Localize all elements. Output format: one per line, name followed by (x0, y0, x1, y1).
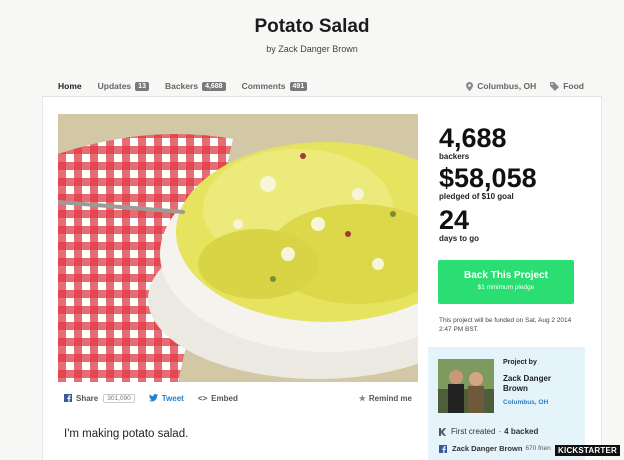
pledged-stat: $58,058 pledged of $10 goal (439, 163, 537, 202)
potato-salad-photo (58, 114, 418, 382)
days-label: days to go (439, 234, 480, 243)
share-label: Share (76, 393, 99, 403)
embed-label: Embed (211, 393, 238, 403)
back-this-project-button[interactable]: Back This Project $1 minimum pledge (438, 260, 574, 304)
facebook-icon (439, 444, 447, 453)
tab-updates-count: 13 (135, 81, 149, 91)
back-button-sub: $1 minimum pledge (477, 284, 535, 291)
tweet-button[interactable]: Tweet (148, 393, 184, 403)
tab-comments-label: Comments (241, 81, 286, 91)
creator-heading: Project by (503, 359, 537, 366)
embed-button[interactable]: <> Embed (198, 394, 238, 403)
star-icon: ★ (358, 393, 366, 403)
facebook-icon (64, 394, 72, 402)
creator-name[interactable]: Zack Danger Brown (503, 374, 563, 394)
project-title: Potato Salad (254, 16, 370, 37)
project-blurb: I'm making potato salad. (64, 428, 189, 440)
backers-stat: 4,688 backers (439, 123, 507, 162)
project-video[interactable] (58, 114, 418, 382)
back-button-label: Back This Project (464, 270, 548, 281)
location-label: Columbus, OH (477, 81, 537, 91)
creator-history: First created · 4 backed (439, 427, 538, 436)
facebook-name[interactable]: Zack Danger Brown (452, 444, 522, 453)
tab-comments-count: 491 (289, 81, 308, 91)
map-pin-icon (466, 81, 474, 91)
tweet-label: Tweet (161, 393, 184, 403)
creator-location[interactable]: Columbus, OH (503, 399, 548, 406)
code-brackets-icon: <> (197, 393, 208, 403)
days-stat: 24 days to go (439, 205, 480, 244)
tab-comments[interactable]: Comments 491 (242, 78, 308, 94)
share-bar: Share 301,090 Tweet <> Embed ★ Remind me (64, 392, 412, 404)
pledged-amount: $58,058 (439, 163, 537, 193)
tab-home-label: Home (58, 81, 82, 91)
kickstarter-watermark: KICKSTARTER (555, 445, 620, 456)
project-nav: Home Updates 13 Backers 4,688 Comments 491 … (58, 78, 584, 98)
category-label: Food (563, 81, 584, 91)
tab-backers[interactable]: Backers 4,688 (165, 78, 226, 94)
tab-updates-label: Updates (97, 81, 132, 91)
facebook-share-button[interactable]: Share 301,090 (64, 393, 135, 403)
creator-avatar[interactable] (438, 359, 494, 413)
backers-label: backers (439, 152, 470, 161)
tab-backers-count: 4,688 (202, 81, 226, 91)
tab-home[interactable]: Home (58, 78, 82, 98)
backers-count: 4,688 (439, 123, 507, 153)
location-link[interactable]: Columbus, OH (466, 81, 536, 91)
kickstarter-k-icon (439, 427, 446, 436)
category-link[interactable]: Food (550, 81, 584, 91)
creator-photo (438, 359, 494, 413)
share-count: 301,090 (103, 393, 135, 403)
first-created-label: First created (451, 427, 496, 436)
backed-count[interactable]: 4 backed (504, 427, 538, 436)
days-count: 24 (439, 205, 470, 235)
funding-note: This project will be funded on Sat, Aug … (439, 317, 572, 334)
remind-me-button[interactable]: ★ Remind me (359, 394, 412, 403)
tab-updates[interactable]: Updates 13 (98, 78, 149, 94)
twitter-bird-icon (148, 394, 158, 402)
tab-backers-label: Backers (164, 81, 199, 91)
creator-card: Project by Zack Danger Brown Columbus, O… (428, 347, 585, 460)
separator-dot: · (498, 427, 502, 436)
pledged-label: pledged of $10 goal (439, 192, 514, 201)
creator-facebook: Zack Danger Brown 670 frien (439, 444, 551, 453)
remind-label: Remind me (368, 393, 412, 403)
facebook-friends: 670 frien (525, 445, 551, 452)
tag-icon (550, 81, 560, 91)
project-byline[interactable]: by Zack Danger Brown (0, 44, 624, 54)
